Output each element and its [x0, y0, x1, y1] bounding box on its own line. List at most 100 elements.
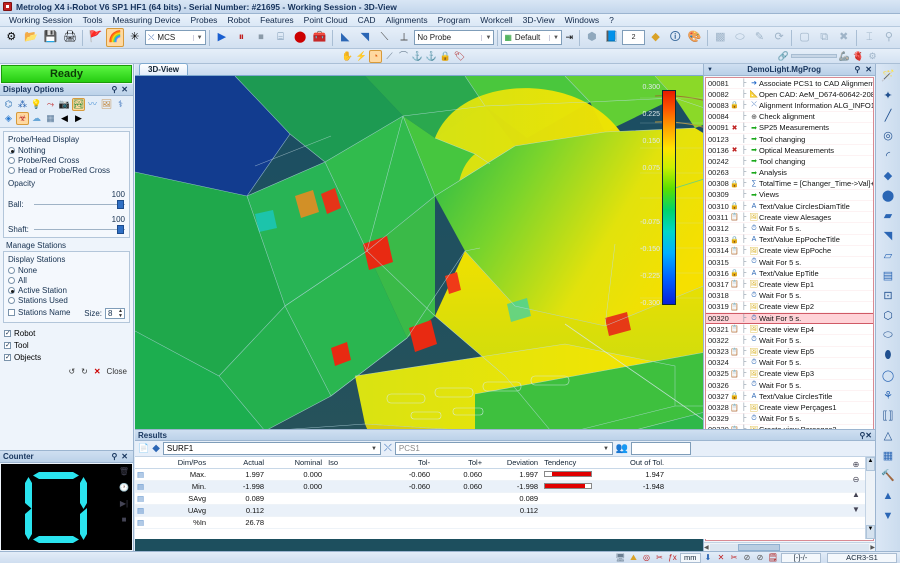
- check-stations-name[interactable]: Stations Name: [8, 308, 70, 317]
- menu-windows[interactable]: Windows: [560, 15, 604, 25]
- program-step-row[interactable]: 00321📋├🖼Create view Ep4: [706, 324, 873, 335]
- program-step-row[interactable]: 00311📋├🖼Create view Alesages: [706, 212, 873, 223]
- program-close-icon[interactable]: ✕: [862, 65, 875, 74]
- program-step-row[interactable]: 00327🔒├AText/Value CirclesTitle: [706, 391, 873, 402]
- point-add-icon[interactable]: ⚓: [411, 50, 424, 63]
- note-icon[interactable]: 🏷: [453, 50, 466, 63]
- probe-tool-icon[interactable]: ⟂: [395, 28, 414, 47]
- counter-play-icon[interactable]: ▶|: [118, 497, 130, 509]
- plane-icon[interactable]: ◈: [2, 112, 15, 125]
- probe-angle-icon[interactable]: ⟍: [375, 28, 394, 47]
- radio-nothing[interactable]: Nothing: [8, 146, 125, 155]
- grid-icon[interactable]: ▦: [44, 112, 57, 125]
- tool-checkbox[interactable]: [4, 342, 11, 349]
- menu-cad[interactable]: CAD: [353, 15, 381, 25]
- chevron-down-icon-align[interactable]: ▼: [603, 446, 609, 452]
- radio-active-station[interactable]: Active Station: [8, 286, 125, 295]
- record-icon[interactable]: ⬤: [291, 28, 310, 47]
- probe-path-icon[interactable]: ⤳: [44, 98, 57, 111]
- menu-workcell[interactable]: Workcell: [475, 15, 517, 25]
- menu-working-session[interactable]: Working Session: [4, 15, 78, 25]
- robot-arm-icon[interactable]: 🦾: [838, 50, 851, 63]
- robot-link-icon[interactable]: 🔗: [777, 50, 790, 63]
- radio-stations-none[interactable]: None: [8, 266, 125, 275]
- program-step-row[interactable]: 00323📋├🖼Create view Ep5: [706, 347, 873, 358]
- tab-3d-view[interactable]: 3D-View: [139, 63, 188, 75]
- measure-icon[interactable]: 🧰: [310, 28, 329, 47]
- rotate-icon[interactable]: ⟳: [770, 28, 789, 47]
- radio-probe-red-cross[interactable]: Probe/Red Cross: [8, 156, 125, 165]
- gear2-icon[interactable]: ⚙: [866, 50, 879, 63]
- radio-head-or-probe[interactable]: Head or Probe/Red Cross: [8, 166, 125, 175]
- program-step-row[interactable]: 00310🔒├AText/Value CirclesDiamTitle: [706, 201, 873, 212]
- no-entry2-icon[interactable]: ⊘: [755, 552, 766, 563]
- cut-icon[interactable]: ✂: [729, 552, 740, 563]
- feature-select[interactable]: SURF1 ▼: [163, 442, 381, 455]
- probe-qualify-icon[interactable]: ◥: [356, 28, 375, 47]
- sphere-feature-icon[interactable]: ⬤: [878, 186, 899, 205]
- program-step-row[interactable]: 00308🔒├∑TotalTime = [Changer_Time->Val]+: [706, 179, 873, 190]
- cube-icon[interactable]: ⬢: [583, 28, 602, 47]
- menu-measuring-device[interactable]: Measuring Device: [107, 15, 185, 25]
- users-icon[interactable]: 👥: [616, 443, 628, 454]
- color-map-icon[interactable]: 🌈: [106, 28, 125, 47]
- curve-icon[interactable]: ⌒: [397, 50, 410, 63]
- program-step-row[interactable]: 00324├⏱Wait For 5 s.: [706, 358, 873, 369]
- oval-feature-icon[interactable]: ⬮: [878, 346, 899, 365]
- hammer-icon[interactable]: 🔨: [878, 466, 899, 485]
- rect-group-icon[interactable]: ⊡: [878, 286, 899, 305]
- size-spinner[interactable]: 8 ▲▼: [105, 308, 125, 319]
- results-scroll-down-icon[interactable]: ▼: [850, 503, 862, 515]
- view-iso-icon[interactable]: ⌬: [2, 98, 15, 111]
- line-feature-icon[interactable]: ╱: [878, 106, 899, 125]
- results-close-icon[interactable]: ✕: [865, 431, 872, 440]
- hand-icon[interactable]: ✋: [341, 50, 354, 63]
- vector-icon[interactable]: ⟋: [383, 50, 396, 63]
- mesh-icon[interactable]: ▩: [711, 28, 730, 47]
- program-step-row[interactable]: 00091✖├➡SP25 Measurements: [706, 123, 873, 134]
- results-row[interactable]: ▤SAvg0.0890.089: [135, 493, 875, 505]
- play-icon[interactable]: ▶: [213, 28, 232, 47]
- counter-close-icon[interactable]: ✕: [119, 452, 130, 461]
- new-session-icon[interactable]: ⚙: [2, 28, 21, 47]
- note-icon[interactable]: 🗒: [768, 552, 779, 563]
- shaft-slider-thumb[interactable]: [117, 225, 124, 234]
- menu-features[interactable]: Features: [255, 15, 299, 25]
- radio-stations-all-icon[interactable]: [8, 277, 15, 284]
- plane-feature-icon[interactable]: ◆: [878, 166, 899, 185]
- book-icon[interactable]: 📘: [602, 28, 621, 47]
- program-step-row[interactable]: 00136✖├➡Optical Measurements: [706, 145, 873, 156]
- program-step-row[interactable]: 00242├➡Tool changing: [706, 156, 873, 167]
- prev-page-icon[interactable]: ◀: [58, 112, 71, 125]
- menu-point-cloud[interactable]: Point Cloud: [299, 15, 353, 25]
- offset-icon[interactable]: ⇥: [563, 31, 576, 44]
- scroll-up-icon[interactable]: ▲: [878, 486, 899, 505]
- monitor-icon[interactable]: 🖥: [615, 552, 626, 563]
- open-icon[interactable]: 📂: [22, 28, 41, 47]
- arc-add-icon[interactable]: ⚓: [425, 50, 438, 63]
- triangle-icon[interactable]: △: [878, 426, 899, 445]
- robot-checkbox[interactable]: [4, 330, 11, 337]
- probe-select[interactable]: No Probe ▼: [414, 30, 494, 45]
- construct-icon[interactable]: ⚘: [878, 386, 899, 405]
- program-step-row[interactable]: 00313🔒├AText/Value EpPocheTitle: [706, 235, 873, 246]
- menu-3d-view[interactable]: 3D-View: [518, 15, 560, 25]
- lightning-icon[interactable]: ⚡: [355, 50, 368, 63]
- objects-checkbox[interactable]: [4, 354, 11, 361]
- program-step-row[interactable]: 00083🔒├⤬Alignment Information ALG_INFO1: [706, 100, 873, 111]
- program-step-row[interactable]: 00123├➡Tool changing: [706, 134, 873, 145]
- radio-stations-none-icon[interactable]: [8, 267, 15, 274]
- radio-nothing-icon[interactable]: [8, 147, 15, 154]
- menu-help[interactable]: ?: [604, 15, 619, 25]
- cylinder-icon[interactable]: ⬭: [731, 28, 750, 47]
- program-step-row[interactable]: 00317📋├🖼Create view Ep1: [706, 279, 873, 290]
- palette-icon[interactable]: 🎨: [685, 28, 704, 47]
- texture-icon[interactable]: 🖼: [100, 98, 113, 111]
- results-zoom-in-icon[interactable]: ⊕: [850, 458, 862, 470]
- counter-clock-icon[interactable]: 🕐: [118, 481, 130, 493]
- cylinder-feature-icon[interactable]: ▰: [878, 206, 899, 225]
- results-vscrollbar[interactable]: ▲ ▼: [865, 457, 875, 539]
- results-row[interactable]: ▤%In26.78: [135, 517, 875, 529]
- chevron-down-icon-feature[interactable]: ▼: [371, 446, 377, 452]
- counter-stop-icon[interactable]: ■: [118, 513, 130, 525]
